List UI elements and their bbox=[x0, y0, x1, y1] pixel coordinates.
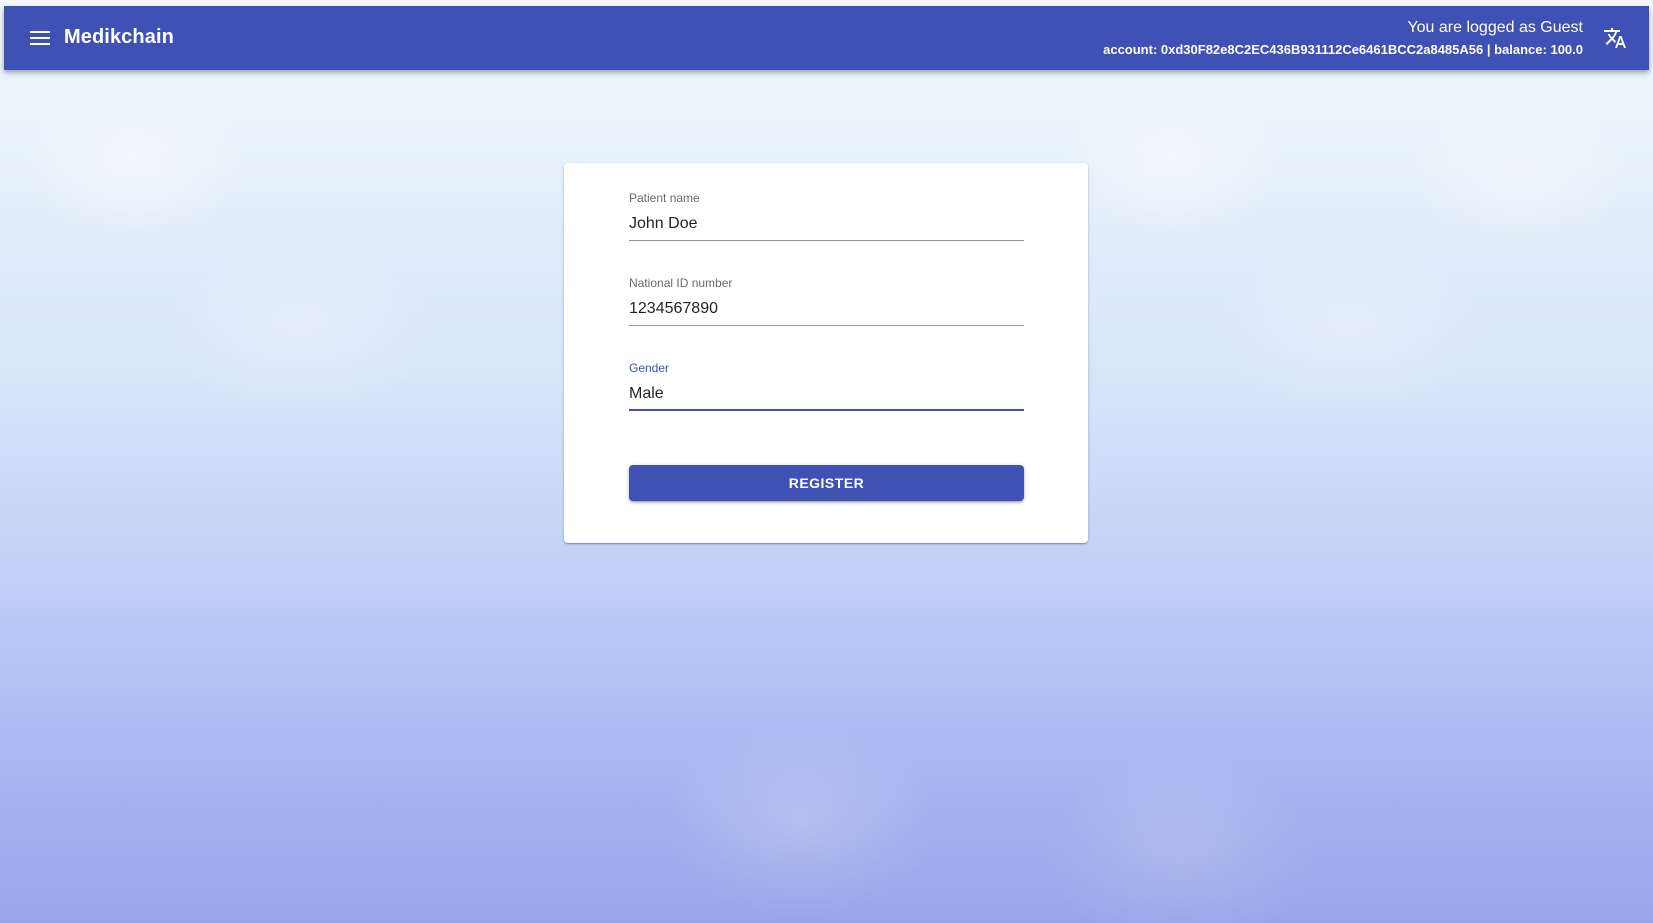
patient-name-field[interactable]: Patient name bbox=[629, 191, 1024, 241]
national-id-label: National ID number bbox=[629, 276, 733, 290]
gender-underline bbox=[629, 409, 1024, 411]
gender-label: Gender bbox=[629, 361, 670, 375]
gender-field[interactable]: Gender bbox=[629, 361, 1024, 411]
translate-icon-svg bbox=[1604, 28, 1626, 48]
translate-icon[interactable] bbox=[1603, 26, 1627, 50]
patient-name-label: Patient name bbox=[629, 191, 700, 205]
logged-as-text: You are logged as Guest bbox=[1407, 19, 1583, 36]
menu-icon[interactable] bbox=[30, 27, 50, 49]
register-patient-card: Patient name National ID number Gender R… bbox=[564, 163, 1088, 543]
national-id-underline bbox=[629, 325, 1024, 326]
national-id-input[interactable] bbox=[629, 299, 1024, 319]
patient-name-input[interactable] bbox=[629, 214, 1024, 234]
app-bar: Medikchain You are logged as Guest accou… bbox=[4, 6, 1649, 70]
user-info: You are logged as Guest account: 0xd30F8… bbox=[1103, 18, 1583, 59]
gender-input[interactable] bbox=[629, 384, 1024, 404]
app-title: Medikchain bbox=[64, 26, 174, 48]
national-id-field[interactable]: National ID number bbox=[629, 276, 1024, 326]
patient-name-underline bbox=[629, 240, 1024, 241]
register-button[interactable]: REGISTER bbox=[629, 465, 1024, 501]
account-balance-text: account: 0xd30F82e8C2EC436B931112Ce6461B… bbox=[1103, 42, 1583, 57]
